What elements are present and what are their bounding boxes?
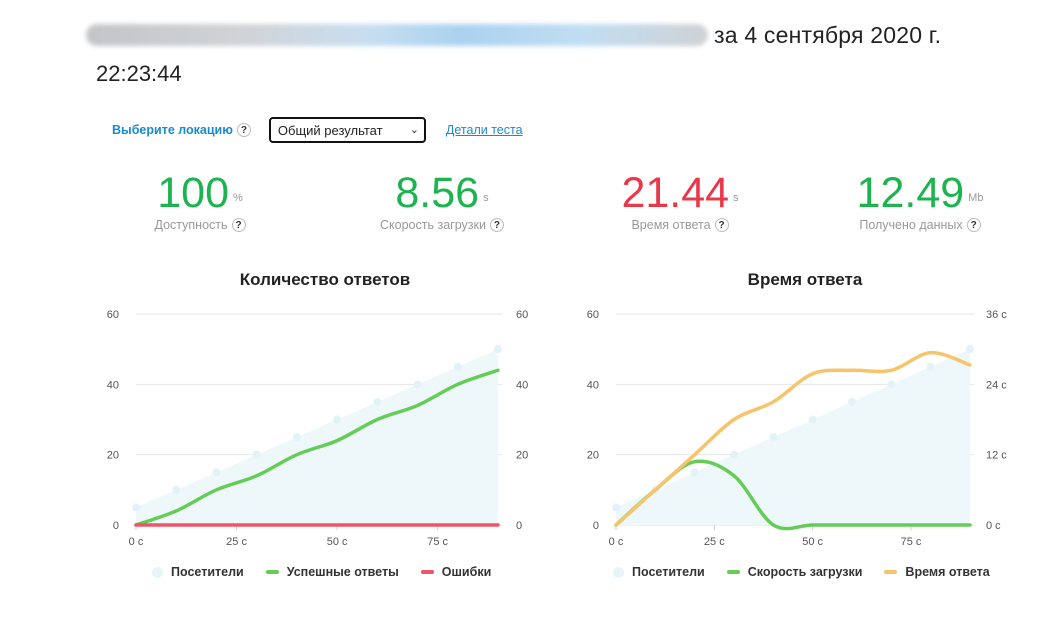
y-tick-right: 12 с: [986, 450, 1007, 462]
legend-marker: [884, 570, 898, 574]
legend-item-success[interactable]: Успешные ответы: [265, 565, 399, 579]
legend-item-load-speed[interactable]: Скорость загрузки: [726, 565, 863, 579]
x-tick-label: 75 с: [901, 536, 922, 548]
legend-response-time: Посетители Скорость загрузки Время ответ…: [613, 565, 1012, 579]
legend-marker: [265, 570, 279, 574]
legend-label: Ошибки: [441, 565, 492, 579]
visitors-point: [690, 468, 699, 477]
y-tick-right: 0 с: [986, 520, 1001, 532]
y-tick-right: 24 с: [986, 379, 1007, 391]
visitors-point: [808, 415, 817, 424]
chart-response-time: 0 0 с 20 12 с 40 24 с 60 36 с 0 с 25 с 50 с 75 с: [587, 309, 1008, 548]
y-tick-left: 0: [593, 520, 599, 532]
legend-marker: [613, 566, 624, 578]
x-tick-label: 50 с: [802, 536, 823, 548]
legend-label: Посетители: [171, 565, 244, 579]
legend-label: Время ответа: [905, 565, 990, 579]
visitors-point: [848, 397, 856, 406]
y-tick-left: 40: [587, 379, 599, 391]
visitors-point: [769, 433, 778, 442]
legend-label: Успешные ответы: [286, 565, 399, 579]
visitors-point: [887, 380, 896, 389]
visitors-point: [612, 503, 620, 512]
legend-responses: Посетители Успешные ответы Ошибки: [152, 565, 513, 579]
legend-label: Скорость загрузки: [747, 565, 863, 579]
legend-item-response-time[interactable]: Время ответа: [884, 565, 990, 579]
visitors-area: [616, 349, 970, 525]
y-tick-right: 36 с: [986, 309, 1007, 321]
legend-marker: [420, 570, 434, 574]
x-tick-label: 25 с: [704, 536, 725, 548]
legend-item-errors[interactable]: Ошибки: [420, 565, 492, 579]
legend-item-visitors[interactable]: Посетители: [152, 565, 244, 579]
legend-item-visitors[interactable]: Посетители: [613, 565, 705, 579]
y-tick-left: 20: [587, 450, 599, 462]
legend-marker: [152, 566, 163, 578]
visitors-point: [730, 450, 738, 459]
legend-marker: [726, 570, 740, 574]
x-tick-label: 0 с: [609, 536, 624, 548]
y-tick-left: 60: [587, 309, 599, 321]
visitors-point: [966, 345, 974, 354]
legend-label: Посетители: [632, 565, 705, 579]
visitors-point: [926, 362, 935, 371]
